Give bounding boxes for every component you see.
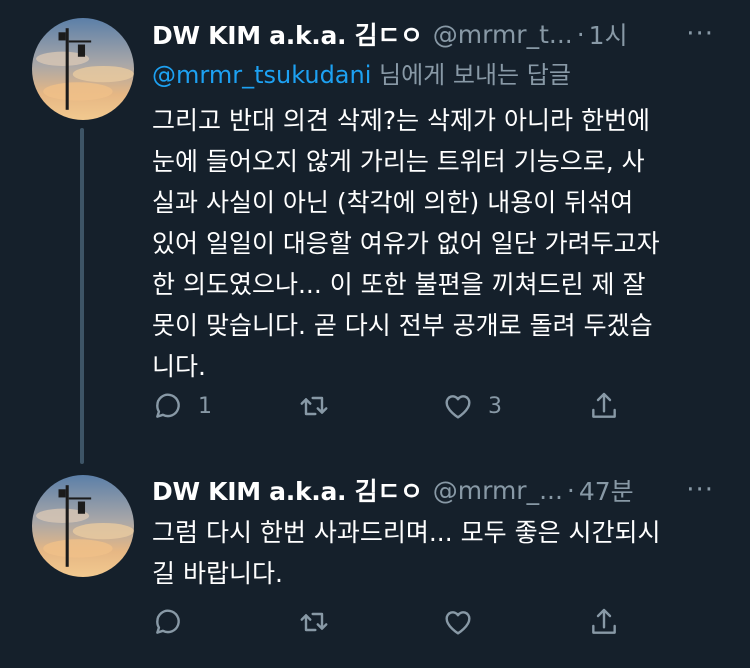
share-button[interactable] bbox=[588, 602, 620, 642]
tweet-text-line: 실과 사실이 아닌 (착각에 의한) 내용이 뒤섞여 bbox=[152, 188, 634, 217]
tweet-text-line: 길 바랍니다. bbox=[152, 559, 283, 588]
separator-dot: · bbox=[576, 19, 585, 49]
avatar[interactable] bbox=[32, 475, 134, 577]
separator-dot: · bbox=[566, 475, 575, 505]
reply-icon bbox=[156, 609, 180, 634]
retweet-icon bbox=[300, 396, 328, 416]
action-bar bbox=[152, 602, 632, 642]
timestamp[interactable]: 1시 bbox=[589, 16, 628, 52]
retweet-icon bbox=[300, 612, 328, 632]
tweet-text-line: 한 의도였으나... 이 또한 불편을 끼쳐드린 제 잘 bbox=[152, 270, 646, 299]
tweet[interactable]: DW KIM a.k.a. 김ㄷㅇ @mrmr_t... · 1시 ··· @m… bbox=[0, 0, 750, 464]
tweet-content: DW KIM a.k.a. 김ㄷㅇ @mrmr_... · 47분 ··· 그럼… bbox=[152, 468, 738, 635]
avatar-photo bbox=[32, 18, 134, 120]
thread-line bbox=[80, 128, 84, 464]
more-icon[interactable]: ··· bbox=[686, 477, 714, 503]
replying-to: @mrmr_tsukudani 님에게 보내는 답글 bbox=[152, 56, 738, 94]
tweet-text-line: 있어 일일이 대응할 여유가 없어 일단 가려두고자 bbox=[152, 229, 660, 258]
display-name[interactable]: DW KIM a.k.a. 김ㄷㅇ bbox=[152, 16, 423, 52]
share-button[interactable] bbox=[588, 386, 620, 426]
avatar-photo bbox=[32, 475, 134, 577]
like-button[interactable] bbox=[442, 602, 488, 642]
like-icon bbox=[445, 395, 471, 419]
reply-icon bbox=[156, 393, 180, 418]
tweet-text-line: 그럼 다시 한번 사과드리며... 모두 좋은 시간되시 bbox=[152, 518, 661, 547]
timestamp[interactable]: 47분 bbox=[579, 472, 634, 508]
username[interactable]: @mrmr_t... bbox=[433, 20, 573, 49]
retweet-button[interactable] bbox=[298, 386, 344, 426]
tweet-header: DW KIM a.k.a. 김ㄷㅇ @mrmr_... · 47분 bbox=[152, 468, 738, 512]
action-bar: 1 3 bbox=[152, 386, 632, 426]
tweet[interactable]: DW KIM a.k.a. 김ㄷㅇ @mrmr_... · 47분 ··· 그럼… bbox=[0, 460, 750, 668]
reply-button[interactable] bbox=[152, 602, 198, 642]
replying-to-suffix: 님에게 보내는 답글 bbox=[371, 61, 571, 89]
tweet-text: 그리고 반대 의견 삭제?는 삭제가 아니라 한번에 눈에 들어오지 않게 가리… bbox=[152, 100, 722, 387]
tweet-content: DW KIM a.k.a. 김ㄷㅇ @mrmr_t... · 1시 ··· @m… bbox=[152, 12, 738, 419]
reply-button[interactable]: 1 bbox=[152, 386, 212, 426]
reply-count: 1 bbox=[198, 393, 212, 419]
tweet-text-line: 못이 맞습니다. 곧 다시 전부 공개로 돌려 두겠습 bbox=[152, 311, 653, 340]
retweet-button[interactable] bbox=[298, 602, 344, 642]
like-icon bbox=[445, 611, 471, 635]
tweet-text: 그럼 다시 한번 사과드리며... 모두 좋은 시간되시 길 바랍니다. bbox=[152, 512, 722, 594]
display-name[interactable]: DW KIM a.k.a. 김ㄷㅇ bbox=[152, 472, 423, 508]
more-icon[interactable]: ··· bbox=[686, 21, 714, 47]
tweet-text-line: 니다. bbox=[152, 352, 206, 381]
tweet-text-line: 그리고 반대 의견 삭제?는 삭제가 아니라 한번에 bbox=[152, 106, 650, 135]
avatar[interactable] bbox=[32, 18, 134, 120]
like-count: 3 bbox=[488, 393, 502, 419]
like-button[interactable]: 3 bbox=[442, 386, 502, 426]
username[interactable]: @mrmr_... bbox=[433, 476, 563, 505]
tweet-text-line: 눈에 들어오지 않게 가리는 트위터 기능으로, 사 bbox=[152, 147, 645, 176]
share-icon bbox=[592, 392, 616, 418]
mention-link[interactable]: @mrmr_tsukudani bbox=[152, 61, 371, 89]
share-icon bbox=[592, 608, 616, 634]
tweet-header: DW KIM a.k.a. 김ㄷㅇ @mrmr_t... · 1시 bbox=[152, 12, 738, 56]
